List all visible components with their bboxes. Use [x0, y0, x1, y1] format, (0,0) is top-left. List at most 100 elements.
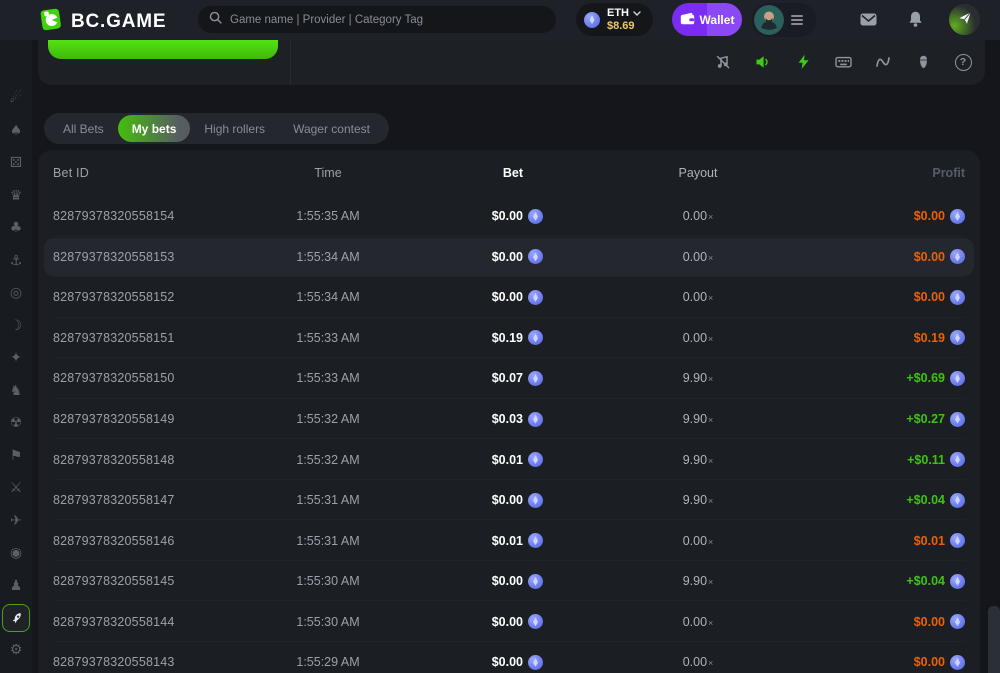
- eth-coin-icon: [950, 370, 965, 386]
- hotkeys-keyboard-icon[interactable]: [834, 53, 852, 71]
- bet-profit: $0.00: [853, 249, 965, 265]
- bet-profit: +$0.11: [853, 452, 965, 468]
- sidebar-item-crash-rocket[interactable]: [2, 604, 30, 632]
- bet-row[interactable]: 82879378320558148 1:55:32 AM $0.01 9.90×…: [53, 439, 965, 480]
- panel-divider: [290, 40, 291, 85]
- eth-coin-icon: [950, 492, 965, 508]
- eth-coin-icon: [528, 208, 543, 224]
- bet-amount: $0.00: [403, 208, 543, 224]
- bet-amount: $0.00: [403, 614, 543, 630]
- eth-coin-icon: [528, 533, 543, 549]
- tab-all-bets[interactable]: All Bets: [49, 115, 118, 142]
- bet-profit: $0.00: [853, 654, 965, 670]
- sidebar-item-planet[interactable]: ☢: [0, 407, 32, 440]
- chevron-down-icon: [633, 10, 641, 16]
- sidebar-item-knight[interactable]: ♞: [0, 375, 32, 408]
- bet-time: 1:55:30 AM: [296, 614, 360, 629]
- mail-icon[interactable]: [860, 13, 877, 31]
- bet-button[interactable]: [48, 40, 278, 59]
- eth-coin-icon: [950, 411, 965, 427]
- search-input[interactable]: [230, 13, 545, 26]
- bet-payout: 0.00×: [682, 249, 714, 264]
- bc-logo-icon: [38, 7, 63, 37]
- eth-coin-icon: [950, 330, 965, 346]
- bet-row[interactable]: 82879378320558153 1:55:34 AM $0.00 0.00×…: [44, 237, 974, 278]
- seeds-icon[interactable]: [914, 53, 932, 71]
- col-time: Time: [314, 166, 342, 180]
- bets-table: Bet ID Time Bet Payout Profit 8287937832…: [38, 150, 980, 673]
- sidebar-item-comet[interactable]: ☄: [0, 82, 32, 115]
- balance-selector[interactable]: ETH $8.69: [576, 3, 653, 36]
- bet-row[interactable]: 82879378320558149 1:55:32 AM $0.03 9.90×…: [53, 399, 965, 440]
- wallet-label: Wallet: [699, 12, 735, 27]
- sidebar-item-cards[interactable]: ♠: [0, 115, 32, 148]
- bet-profit: +$0.27: [853, 411, 965, 427]
- sidebar-item-pawn[interactable]: ♟: [0, 570, 32, 603]
- sidebar-item-ring[interactable]: ◎: [0, 277, 32, 310]
- brand-logo[interactable]: BC.GAME: [38, 7, 166, 37]
- eth-coin-icon: [950, 573, 965, 589]
- chat-toggle-button[interactable]: [949, 4, 980, 35]
- sidebar-item-fishing[interactable]: ⚓: [0, 245, 32, 278]
- bet-row[interactable]: 82879378320558143 1:55:29 AM $0.00 0.00×…: [53, 642, 965, 673]
- bet-profit: +$0.04: [853, 573, 965, 589]
- search-icon: [209, 11, 222, 29]
- sidebar-item-flag[interactable]: ⚑: [0, 440, 32, 473]
- bet-time: 1:55:33 AM: [296, 371, 360, 386]
- tab-wager-contest[interactable]: Wager contest: [279, 115, 384, 142]
- col-bet-id: Bet ID: [53, 166, 89, 180]
- wallet-button[interactable]: Wallet: [672, 3, 742, 36]
- sidebar-item-eye[interactable]: ◉: [0, 537, 32, 570]
- bet-id: 82879378320558154: [53, 209, 175, 224]
- bet-id: 82879378320558144: [53, 614, 175, 629]
- eth-coin-icon: [950, 289, 965, 305]
- eth-coin-icon: [528, 330, 543, 346]
- top-header: BC.GAME ETH $8.69 Wallet: [0, 0, 1000, 40]
- game-panel-bottom: ?: [38, 40, 985, 85]
- table-body: 82879378320558154 1:55:35 AM $0.00 0.00×…: [44, 196, 974, 673]
- scrollbar-thumb[interactable]: [988, 606, 1000, 673]
- bet-row[interactable]: 82879378320558151 1:55:33 AM $0.19 0.00×…: [53, 318, 965, 359]
- profile-menu[interactable]: [752, 3, 816, 37]
- sound-on-icon[interactable]: [754, 53, 772, 71]
- help-icon[interactable]: ?: [954, 53, 972, 71]
- tab-my-bets[interactable]: My bets: [117, 115, 191, 142]
- bet-time: 1:55:35 AM: [296, 209, 360, 224]
- sidebar-item-crown[interactable]: ♛: [0, 180, 32, 213]
- avatar: [754, 5, 784, 35]
- bet-amount: $0.00: [403, 654, 543, 670]
- sidebar-item-dice[interactable]: ⚄: [0, 147, 32, 180]
- notifications-bell-icon[interactable]: [908, 11, 923, 33]
- balance-currency: ETH: [607, 6, 629, 19]
- bet-time: 1:55:32 AM: [296, 412, 360, 426]
- trends-wave-icon[interactable]: [874, 53, 892, 71]
- bet-row[interactable]: 82879378320558154 1:55:35 AM $0.00 0.00×…: [53, 196, 965, 237]
- sidebar-item-settings[interactable]: ⚙: [0, 634, 32, 667]
- bet-time: 1:55:32 AM: [296, 452, 360, 467]
- sidebar-item-fruit[interactable]: ♣: [0, 212, 32, 245]
- eth-coin-icon: [528, 249, 543, 265]
- sidebar-item-gem[interactable]: ✦: [0, 342, 32, 375]
- bet-id: 82879378320558143: [53, 655, 175, 670]
- bet-row[interactable]: 82879378320558152 1:55:34 AM $0.00 0.00×…: [53, 277, 965, 318]
- bet-row[interactable]: 82879378320558144 1:55:30 AM $0.00 0.00×…: [53, 601, 965, 642]
- tab-high-rollers[interactable]: High rollers: [190, 115, 279, 142]
- eth-coin-icon: [950, 249, 965, 265]
- sidebar-item-swords[interactable]: ⚔: [0, 472, 32, 505]
- sidebar-item-eggs[interactable]: ☽: [0, 310, 32, 343]
- eth-coin-icon: [950, 452, 965, 468]
- bet-row[interactable]: 82879378320558145 1:55:30 AM $0.00 9.90×…: [53, 561, 965, 602]
- bet-id: 82879378320558146: [53, 533, 175, 548]
- bet-payout: 9.90×: [682, 371, 714, 386]
- turbo-bolt-icon[interactable]: [794, 53, 812, 71]
- balance-amount: $8.69: [607, 19, 635, 32]
- bet-row[interactable]: 82879378320558150 1:55:33 AM $0.07 9.90×…: [53, 358, 965, 399]
- bet-row[interactable]: 82879378320558147 1:55:31 AM $0.00 9.90×…: [53, 480, 965, 521]
- sidebar-item-plane[interactable]: ✈: [0, 505, 32, 538]
- music-off-icon[interactable]: [714, 53, 732, 71]
- eth-coin-icon: [950, 533, 965, 549]
- eth-coin-icon: [528, 411, 543, 427]
- wallet-icon: [680, 12, 695, 28]
- bet-time: 1:55:30 AM: [296, 574, 360, 589]
- bet-row[interactable]: 82879378320558146 1:55:31 AM $0.01 0.00×…: [53, 520, 965, 561]
